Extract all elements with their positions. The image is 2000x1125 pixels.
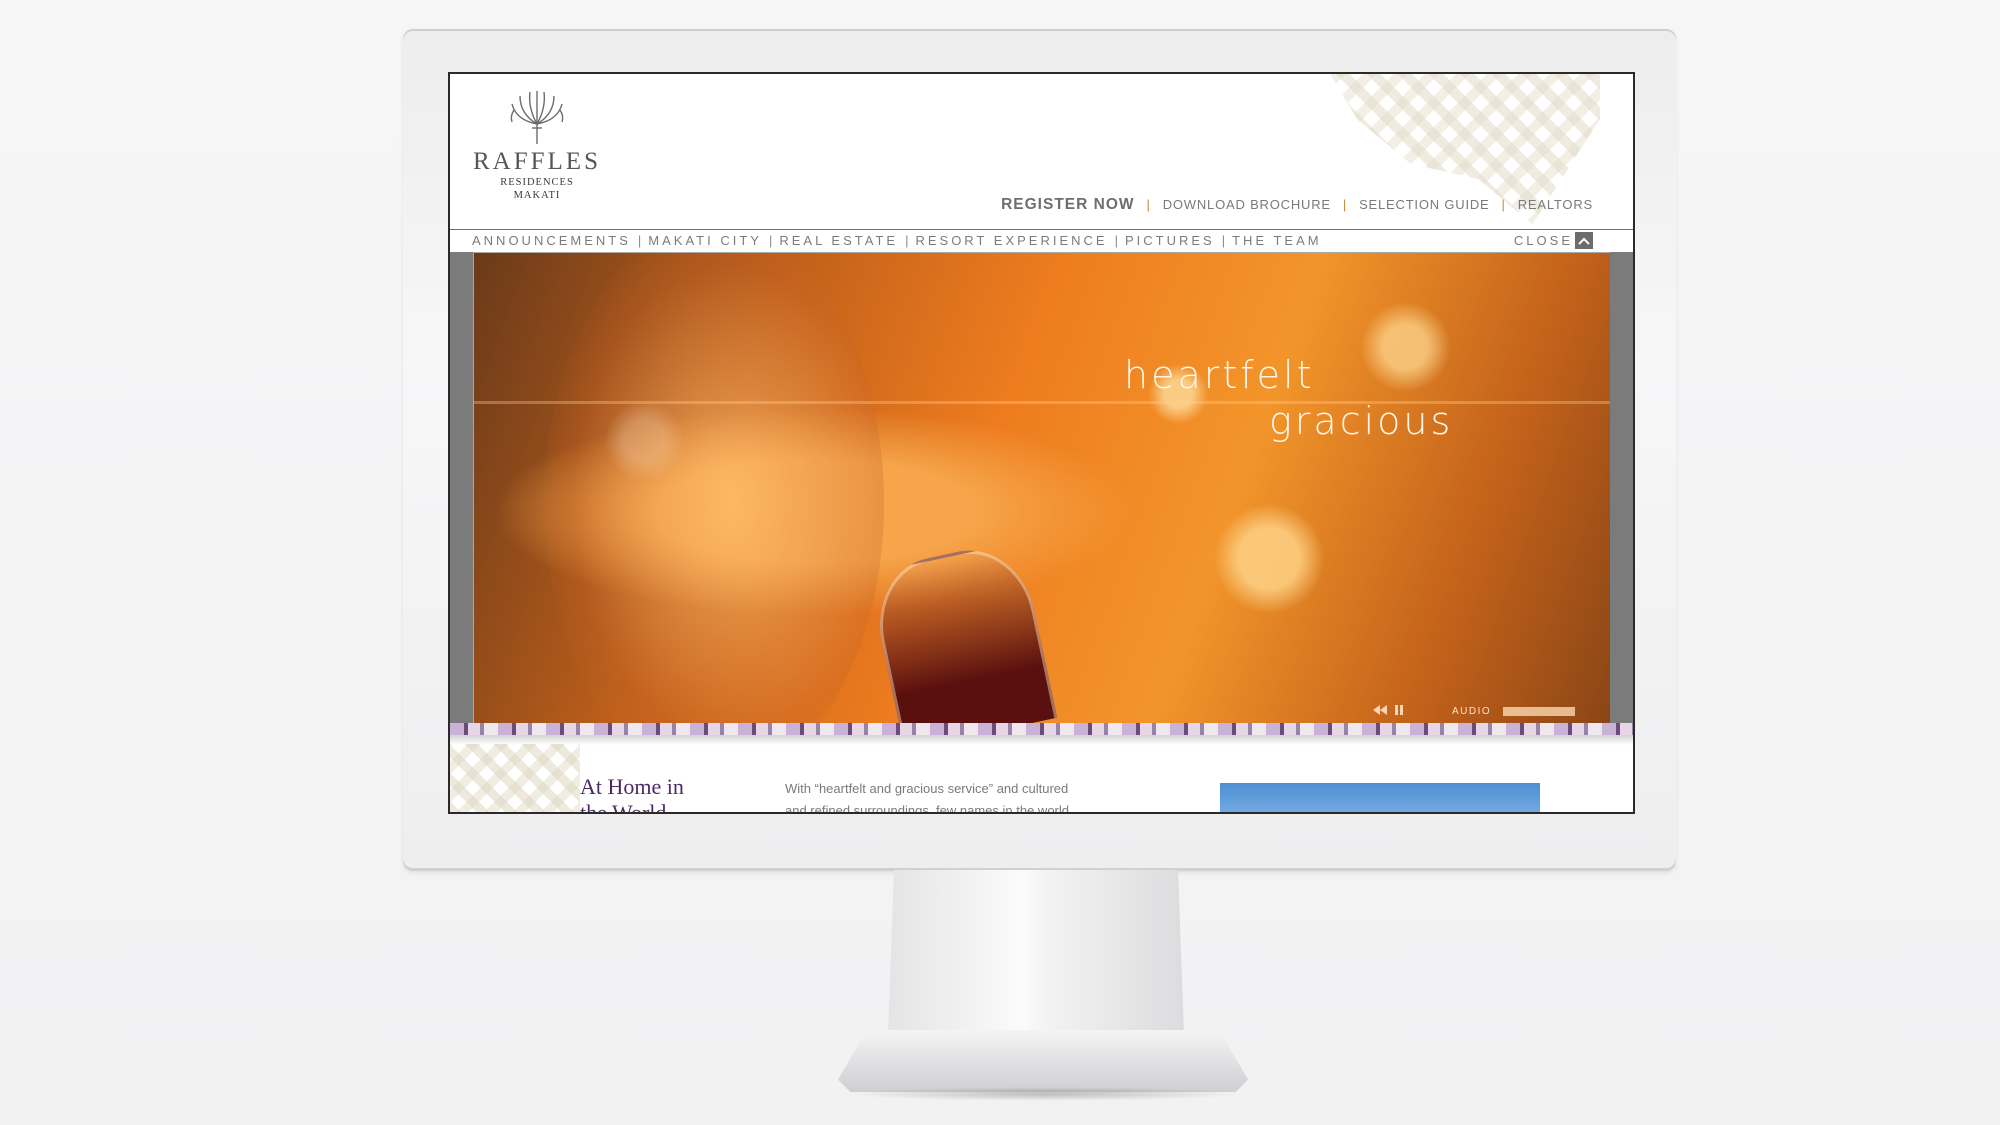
traveller-palm-tree-icon — [510, 91, 564, 144]
download-brochure-link[interactable]: DOWNLOAD BROCHURE — [1161, 197, 1333, 212]
pause-icon[interactable] — [1394, 702, 1404, 720]
nav-separator: | — [1146, 197, 1151, 212]
monitor-stand-base — [838, 1030, 1248, 1092]
raffles-logo[interactable]: RAFFLES RESIDENCES MAKATI — [472, 90, 602, 202]
logo-subtitle-makati: MAKATI — [513, 190, 561, 201]
nav-separator: | — [1342, 197, 1348, 212]
register-now-link[interactable]: REGISTER NOW — [999, 196, 1136, 214]
content-decorative-pattern — [450, 744, 580, 812]
nav-item-resort-experience[interactable]: RESORT EXPERIENCE — [915, 233, 1107, 248]
nav-item-announcements[interactable]: ANNOUNCEMENTS — [472, 233, 631, 248]
website-screen: RAFFLES RESIDENCES MAKATI REGISTER NOW |… — [448, 72, 1635, 814]
selection-guide-link[interactable]: SELECTION GUIDE — [1357, 197, 1491, 212]
rewind-icon[interactable] — [1372, 702, 1388, 720]
body-line-1: With “heartfelt and gracious service” an… — [785, 781, 1069, 796]
monitor-stand-shadow — [845, 1087, 1245, 1101]
section-heading: At Home in the World — [580, 774, 750, 814]
top-navigation: REGISTER NOW | DOWNLOAD BROCHURE | SELEC… — [999, 196, 1595, 214]
audio-label: AUDIO — [1452, 705, 1492, 717]
nav-separator: | — [637, 233, 642, 248]
section-navigation: ANNOUNCEMENTS | MAKATI CITY | REAL ESTAT… — [450, 229, 1633, 253]
section-body-text: With “heartfelt and gracious service” an… — [785, 778, 1125, 814]
logo-subtitle-residences: RESIDENCES — [500, 177, 574, 188]
nav-item-pictures[interactable]: PICTURES — [1125, 233, 1215, 248]
chevron-up-icon[interactable] — [1575, 232, 1593, 249]
close-link[interactable]: CLOSE — [1514, 233, 1573, 248]
hero-video[interactable]: heartfelt gracious AUDIO — [474, 253, 1610, 723]
body-line-2: and refined surroundings, few names in t… — [785, 803, 1069, 814]
nav-item-the-team[interactable]: THE TEAM — [1232, 233, 1322, 248]
strip-shadow — [450, 735, 1633, 745]
nav-separator: | — [768, 233, 773, 248]
realtors-link[interactable]: REALTORS — [1516, 197, 1595, 212]
section-heading-line-2: the World — [580, 800, 667, 814]
audio-volume-slider[interactable] — [1503, 706, 1576, 716]
hero-headline-gracious: gracious — [1269, 399, 1454, 443]
nav-separator: | — [1114, 233, 1118, 248]
hero-headline-heartfelt: heartfelt — [1124, 353, 1315, 397]
sky-image — [1220, 783, 1540, 812]
video-controls: AUDIO — [1372, 702, 1576, 720]
nav-separator: | — [905, 233, 909, 248]
nav-item-real-estate[interactable]: REAL ESTATE — [779, 233, 898, 248]
hero-wine-glass-image — [866, 538, 1058, 723]
monitor-stand-neck — [888, 870, 1184, 1035]
hero-woman-image — [544, 253, 884, 723]
nav-separator: | — [1501, 197, 1506, 212]
section-heading-line-1: At Home in — [580, 774, 684, 799]
logo-wordmark: RAFFLES — [473, 148, 601, 175]
nav-separator: | — [1221, 233, 1226, 248]
nav-item-makati-city[interactable]: MAKATI CITY — [648, 233, 762, 248]
photo-strip — [450, 723, 1633, 735]
